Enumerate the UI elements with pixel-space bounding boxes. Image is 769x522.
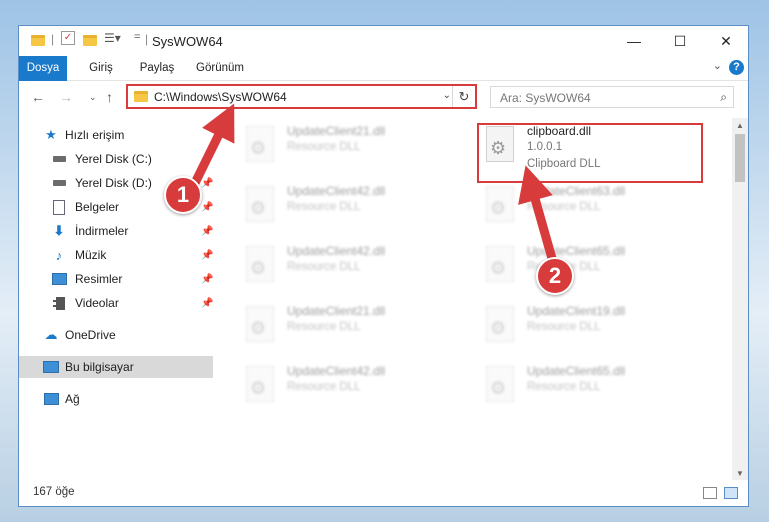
step-2-badge: 2 [536, 257, 574, 295]
arrow-to-address-bar [190, 103, 235, 185]
annotation-arrows [190, 103, 558, 264]
arrow-to-clipboard-dll [518, 165, 558, 264]
step-1-badge: 1 [164, 176, 202, 214]
